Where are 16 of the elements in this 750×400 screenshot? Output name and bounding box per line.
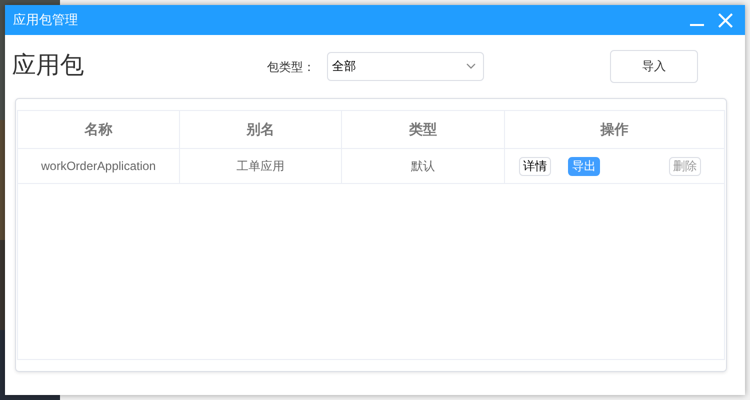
action-button[interactable]: 详情 [519, 156, 551, 176]
column-header: 类型 [409, 120, 437, 139]
column-header: 别名 [246, 120, 274, 139]
table-cell-text: 默认 [411, 158, 435, 175]
chevron-down-icon [466, 63, 476, 69]
import-button[interactable]: 导入 [610, 50, 698, 82]
window-title: 应用包管理 [13, 11, 78, 30]
minimize-icon [690, 24, 704, 26]
column-header: 操作 [600, 120, 628, 139]
page-heading: 应用包 [12, 51, 85, 81]
close-icon [718, 12, 732, 28]
type-select[interactable]: 全部 [327, 52, 484, 80]
filter-label: 包类型： [267, 59, 316, 76]
column-header: 名称 [84, 120, 112, 139]
table-cell-text: workOrderApplication [41, 158, 156, 175]
table-cell-text: 工单应用 [236, 158, 284, 175]
